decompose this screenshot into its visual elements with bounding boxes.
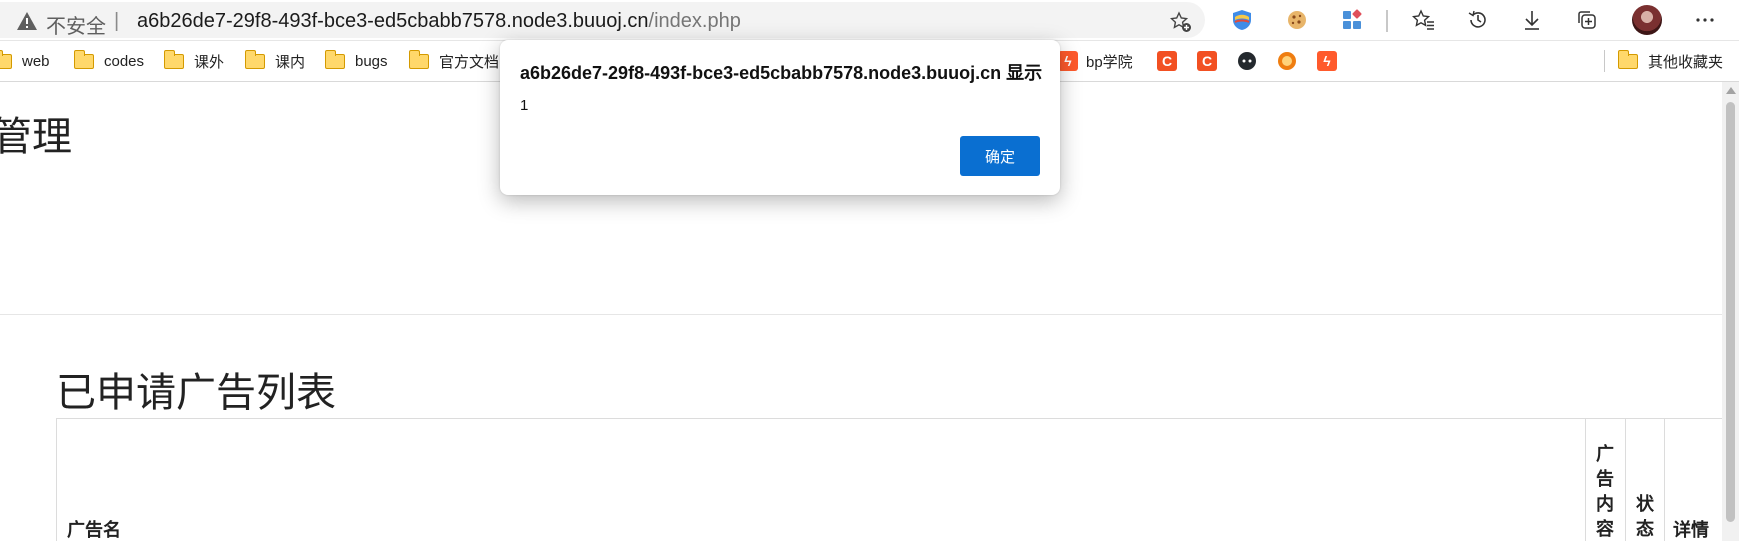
address-bar[interactable]: 不安全 | a6b26de7-29f8-493f-bce3-ed5cbabb75… <box>0 2 1205 38</box>
history-icon[interactable] <box>1466 8 1490 32</box>
table-header-details: 详情 <box>1673 520 1709 540</box>
alert-dialog: a6b26de7-29f8-493f-bce3-ed5cbabb7578.nod… <box>500 40 1060 195</box>
page-title: 管理 <box>0 115 72 159</box>
bookmark-lion[interactable] <box>1277 49 1297 73</box>
folder-icon <box>324 49 345 69</box>
folder-icon <box>163 49 184 69</box>
bolt-icon: ϟ <box>1058 51 1078 71</box>
warning-icon[interactable] <box>16 11 38 31</box>
bookmark-label: 课内 <box>275 53 306 71</box>
bookmark-folder-bugs[interactable]: bugs <box>324 49 388 73</box>
more-icon[interactable] <box>1693 8 1717 32</box>
folder-icon <box>244 49 265 69</box>
toolbar-divider <box>1386 10 1388 32</box>
github-icon <box>1238 52 1256 70</box>
profile-avatar[interactable] <box>1632 5 1662 35</box>
table-header-status: 状态 <box>1636 494 1654 539</box>
bookmarks-divider <box>1604 50 1605 72</box>
download-icon[interactable] <box>1520 8 1544 32</box>
bookmark-other-favorites[interactable]: 其他收藏夹 <box>1617 49 1724 73</box>
bookmark-label: 课外 <box>194 53 225 71</box>
bookmark-label: bugs <box>355 52 388 70</box>
bookmark-folder-official-docs[interactable]: 官方文档 <box>408 49 500 73</box>
bookmark-folder-coursework[interactable]: 课内 <box>244 49 306 73</box>
dialog-message: 1 <box>520 97 529 114</box>
bookmark-folder-codes[interactable]: codes <box>73 49 145 73</box>
url-host: a6b26de7-29f8-493f-bce3-ed5cbabb7578.nod… <box>137 10 649 32</box>
bookmark-label: 官方文档 <box>439 53 500 71</box>
bookmark-bp-academy[interactable]: ϟ bp学院 <box>1058 49 1133 73</box>
scrollbar[interactable] <box>1722 82 1739 541</box>
folder-icon <box>73 49 94 69</box>
bookmark-label: web <box>22 52 50 70</box>
bookmark-label: codes <box>104 52 145 70</box>
ad-table: 广告名 广告内容 状态 详情 <box>56 418 1722 541</box>
section-title: 已申请广告列表 <box>56 371 336 415</box>
security-label[interactable]: 不安全 <box>46 10 106 39</box>
browser-toolbar: 不安全 | a6b26de7-29f8-493f-bce3-ed5cbabb75… <box>0 0 1739 41</box>
add-favorite-icon[interactable] <box>1170 11 1192 33</box>
url-text[interactable]: a6b26de7-29f8-493f-bce3-ed5cbabb7578.nod… <box>137 10 741 33</box>
bookmark-c-2[interactable]: C <box>1197 49 1217 73</box>
lion-icon <box>1278 52 1296 70</box>
c-logo-icon: C <box>1197 51 1217 71</box>
extension-shield-icon[interactable] <box>1230 8 1254 32</box>
cookie-icon[interactable] <box>1285 8 1309 32</box>
folder-icon <box>0 49 12 69</box>
bookmark-label: bp学院 <box>1086 53 1133 71</box>
bookmark-github[interactable] <box>1237 49 1257 73</box>
table-header-ad-content: 广告内容 <box>1596 444 1614 539</box>
bookmark-folder-extracurricular[interactable]: 课外 <box>163 49 225 73</box>
folder-icon <box>408 49 429 69</box>
scrollbar-thumb[interactable] <box>1726 102 1735 522</box>
column-divider <box>1664 419 1665 541</box>
bookmark-label: 其他收藏夹 <box>1648 53 1724 71</box>
bookmark-folder-web[interactable]: web <box>0 49 50 73</box>
divider <box>0 314 1722 315</box>
url-path: /index.php <box>648 10 741 32</box>
favorites-icon[interactable] <box>1412 8 1436 32</box>
security-separator: | <box>114 10 120 32</box>
dialog-title: a6b26de7-29f8-493f-bce3-ed5cbabb7578.nod… <box>520 63 1043 83</box>
column-divider <box>1625 419 1626 541</box>
bookmark-bolt[interactable]: ϟ <box>1317 49 1337 73</box>
folder-icon <box>1617 49 1638 69</box>
column-divider <box>1585 419 1586 541</box>
bolt-icon: ϟ <box>1317 51 1337 71</box>
ok-button[interactable]: 确定 <box>960 136 1040 176</box>
bookmark-c-1[interactable]: C <box>1157 49 1177 73</box>
table-header-ad-name: 广告名 <box>67 520 121 540</box>
extensions-icon[interactable] <box>1340 8 1364 32</box>
scroll-up-arrow-icon[interactable] <box>1726 87 1736 94</box>
c-logo-icon: C <box>1157 51 1177 71</box>
collections-icon[interactable] <box>1575 8 1599 32</box>
